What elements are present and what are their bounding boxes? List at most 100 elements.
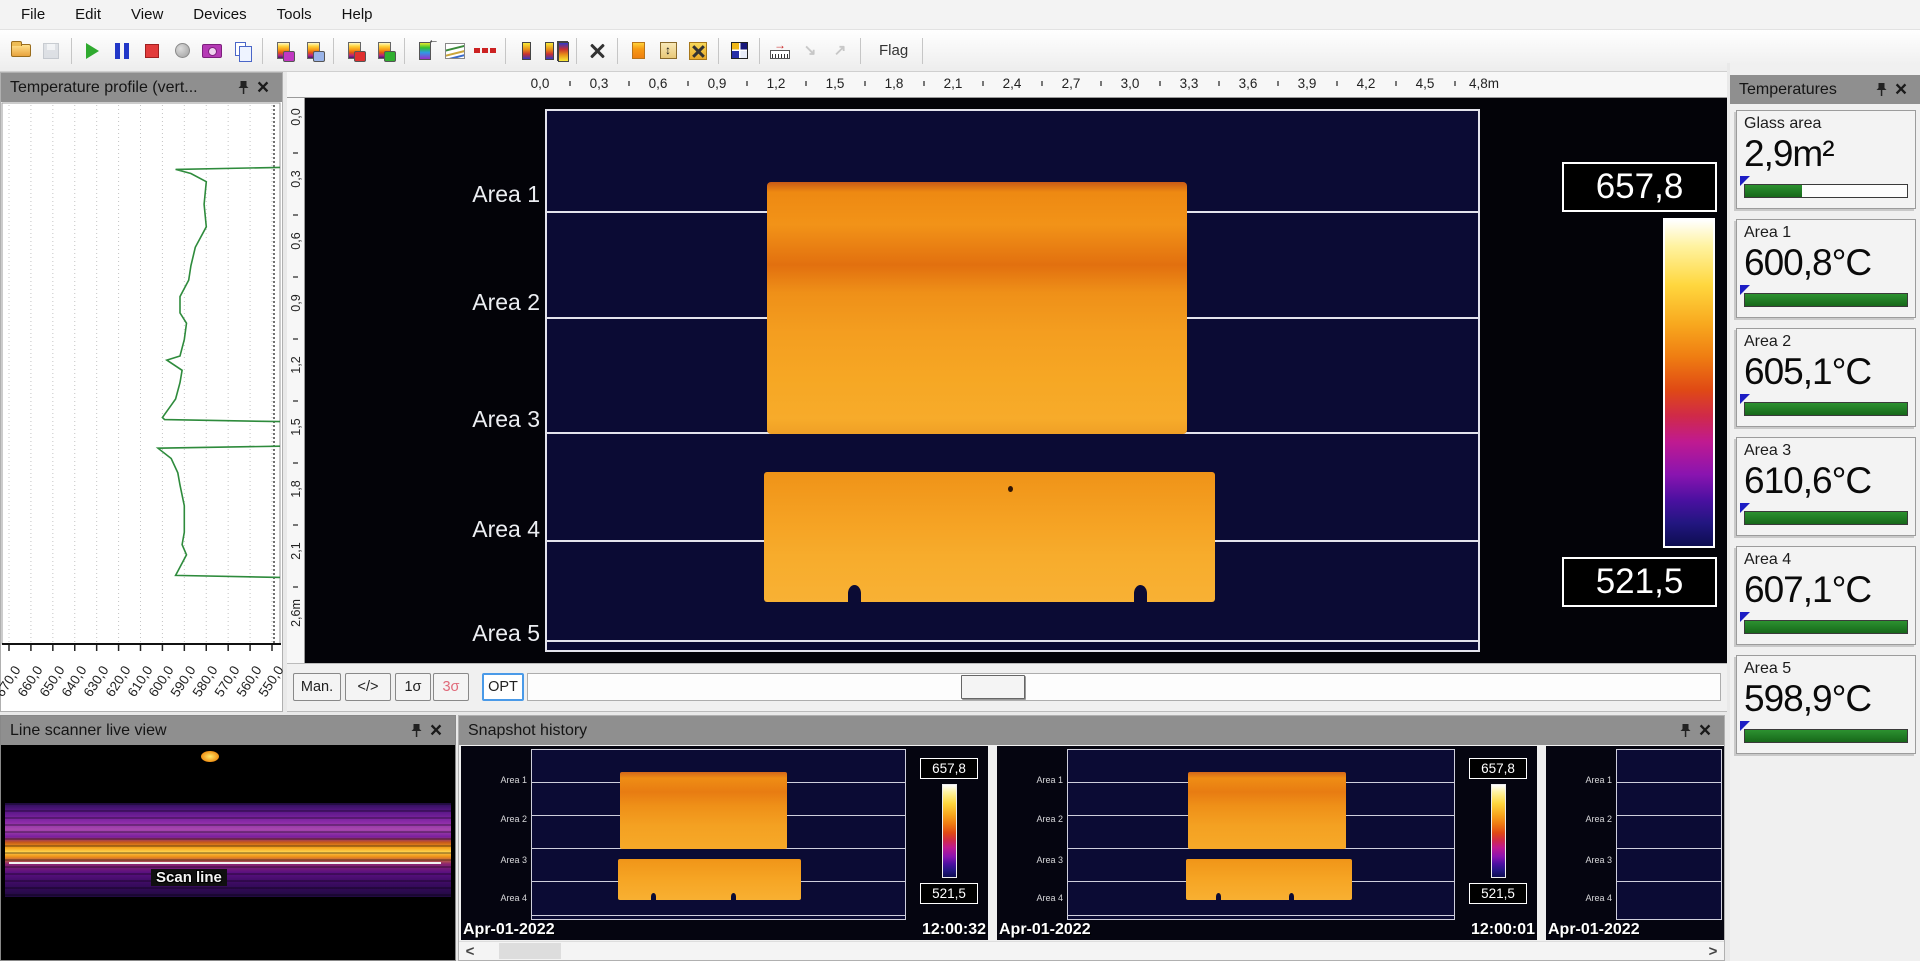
line-scanner-view: Scan line	[1, 745, 455, 960]
measurement-areas	[545, 109, 1480, 652]
v-ruler-label: 1,2	[289, 344, 303, 386]
h-ruler-label: 4,8m	[1469, 76, 1499, 91]
v-ruler-tick	[293, 152, 298, 154]
close-icon[interactable]	[1891, 80, 1911, 100]
camera-icon[interactable]	[197, 36, 227, 66]
manual-scaling-button[interactable]: Man.	[293, 673, 341, 701]
scale-controls: Man. </> 1σ 3σ OPT	[287, 663, 1727, 712]
measure-ruler-icon[interactable]	[765, 36, 795, 66]
image-export-icon[interactable]	[369, 36, 399, 66]
close-icon[interactable]	[1695, 721, 1715, 741]
v-ruler-tick	[293, 586, 298, 588]
scale-slider-track[interactable]	[527, 673, 1721, 701]
snapshot-camera-icon[interactable]	[268, 36, 298, 66]
snapshot-copy-icon[interactable]	[298, 36, 328, 66]
v-ruler-label: 0,9	[289, 282, 303, 324]
scrollbar-track[interactable]	[481, 942, 1702, 960]
scrollbar-thumb[interactable]	[499, 943, 561, 959]
snapshot-blob	[1186, 859, 1352, 900]
mini-area-label: Area 2	[1585, 814, 1612, 824]
flag-button[interactable]: Flag	[870, 39, 917, 62]
sigma1-button[interactable]: 1σ	[395, 673, 431, 701]
card-area-4: Area 4 607,1°C	[1736, 546, 1916, 645]
h-ruler-tick	[1159, 81, 1161, 86]
area-label: Area 1	[380, 181, 540, 208]
copy-icon[interactable]	[227, 36, 257, 66]
palette-back-icon[interactable]	[410, 36, 440, 66]
menu-item-tools[interactable]: Tools	[262, 0, 327, 30]
profile-chart-icon[interactable]	[440, 36, 470, 66]
card-progress-track	[1744, 293, 1908, 307]
pin-icon[interactable]	[233, 78, 253, 98]
pin-icon[interactable]	[1675, 721, 1695, 741]
snapshot-tile[interactable]: Area 1Area 2Area 3Area 4 Apr-01-2022 657…	[997, 746, 1537, 940]
temperature-profile-chart	[1, 102, 282, 653]
area-label: Area 3	[380, 406, 540, 433]
mini-area-label: Area 2	[1036, 814, 1063, 824]
card-progress-track	[1744, 511, 1908, 525]
h-ruler-tick	[1277, 81, 1279, 86]
menu-item-devices[interactable]: Devices	[178, 0, 261, 30]
line-scanner-titlebar: Line scanner live view	[1, 716, 455, 745]
tools-auto-icon[interactable]	[683, 36, 713, 66]
menu-item-edit[interactable]: Edit	[60, 0, 116, 30]
card-value: 600,8°C	[1744, 242, 1908, 284]
h-ruler-label: 3,0	[1121, 76, 1140, 91]
menu-item-file[interactable]: File	[6, 0, 60, 30]
pin-icon[interactable]	[406, 721, 426, 741]
open-icon[interactable]	[6, 36, 36, 66]
snapshot-blob	[620, 772, 788, 849]
gradient-scale-pair-icon[interactable]	[541, 36, 571, 66]
snapshot-thumbnail: Area 1Area 2Area 3Area 4 Apr-01-2022	[997, 746, 1457, 940]
prev-next-button[interactable]: </>	[345, 673, 391, 701]
layout-grid-icon[interactable]	[724, 36, 754, 66]
toolbar-separator	[860, 38, 861, 64]
h-ruler-label: 2,7	[1062, 76, 1081, 91]
gradient-scale-icon[interactable]	[511, 36, 541, 66]
thermal-scan-strip	[5, 803, 451, 897]
play-icon[interactable]	[77, 36, 107, 66]
record-icon[interactable]	[167, 36, 197, 66]
image-alarm-icon[interactable]	[339, 36, 369, 66]
scan-line	[9, 862, 441, 864]
span-adjust-icon[interactable]	[653, 36, 683, 66]
temperatures-title: Temperatures	[1739, 81, 1837, 99]
orange-range-icon[interactable]	[623, 36, 653, 66]
snapshot-scale: 657,8 521,5 12:00:01	[1457, 746, 1537, 940]
snapshot-scrollbar[interactable]: < >	[459, 941, 1724, 960]
scale-slider-thumb[interactable]	[961, 675, 1025, 699]
card-area-3: Area 3 610,6°C	[1736, 437, 1916, 536]
h-ruler-label: 3,6	[1239, 76, 1258, 91]
thermal-main-view: 0,00,30,60,91,21,51,82,12,42,73,03,33,63…	[287, 72, 1727, 663]
tools-icon[interactable]	[582, 36, 612, 66]
h-ruler-tick	[805, 81, 807, 86]
threshold-marker-icon	[1740, 721, 1750, 731]
sigma3-button[interactable]: 3σ	[433, 673, 469, 701]
h-ruler-tick	[1336, 81, 1338, 86]
close-icon[interactable]	[426, 721, 446, 741]
hand-send-icon: ↗	[825, 36, 855, 66]
opt-scaling-button[interactable]: OPT	[482, 673, 524, 701]
pin-icon[interactable]	[1871, 80, 1891, 100]
close-icon[interactable]	[253, 78, 273, 98]
toolbar-separator	[922, 38, 923, 64]
snapshot-tile[interactable]: Area 1Area 2Area 3Area 4 Apr-01-2022 657…	[461, 746, 988, 940]
card-progress-fill	[1745, 185, 1802, 197]
h-ruler-tick	[1100, 81, 1102, 86]
scroll-right-icon[interactable]: >	[1702, 943, 1724, 960]
menu-item-view[interactable]: View	[116, 0, 178, 30]
menu-item-help[interactable]: Help	[327, 0, 388, 30]
temperature-profile-panel: Temperature profile (vert... 670,0660,06…	[0, 72, 283, 712]
scroll-left-icon[interactable]: <	[459, 943, 481, 960]
card-progress-track	[1744, 620, 1908, 634]
red-dashes-icon[interactable]	[470, 36, 500, 66]
snapshot-tile[interactable]: Area 1Area 2Area 3Area 4 Apr-01-2022	[1546, 746, 1724, 940]
blob-notch	[1134, 585, 1147, 602]
snapshot-canvas	[1616, 749, 1722, 920]
h-ruler-label: 4,2	[1357, 76, 1376, 91]
h-ruler-label: 0,6	[649, 76, 668, 91]
mini-area-label: Area 3	[500, 855, 527, 865]
stop-icon[interactable]	[137, 36, 167, 66]
card-value: 610,6°C	[1744, 460, 1908, 502]
pause-icon[interactable]	[107, 36, 137, 66]
